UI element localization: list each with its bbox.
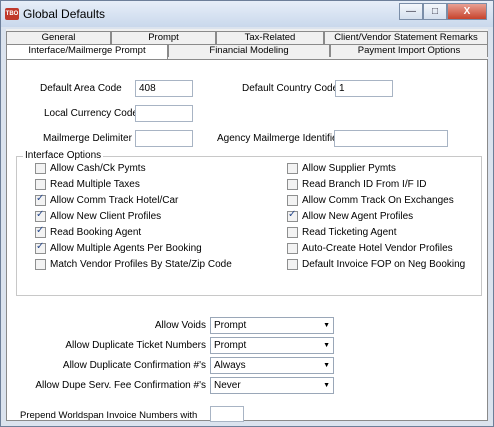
checkbox-label: Allow Cash/Ck Pymts [50,163,146,174]
checkbox-allow-multiple-agents-per-booking[interactable]: Allow Multiple Agents Per Booking [35,241,202,255]
close-button[interactable]: X [447,3,487,20]
mailmerge-delimiter-field[interactable] [135,130,193,147]
prepend-worldspan-field[interactable] [210,406,244,422]
checkbox-label: Allow Multiple Agents Per Booking [50,243,202,254]
checkbox-allow-new-client-profiles[interactable]: Allow New Client Profiles [35,209,162,223]
checkbox-box[interactable] [287,259,298,270]
interface-options-title: Interface Options [23,150,104,161]
checkbox-label: Allow New Agent Profiles [302,211,414,222]
title-bar[interactable]: TBO Global Defaults — □ X [1,1,493,27]
checkbox-box[interactable] [287,227,298,238]
checkbox-box[interactable] [35,259,46,270]
chevron-down-icon: ▼ [323,342,330,349]
default-area-code-label: Default Area Code [40,83,122,94]
allow-duplicate-confirmation-select[interactable]: Always ▼ [210,357,334,374]
checkbox-label: Default Invoice FOP on Neg Booking [302,259,466,270]
checkbox-read-branch-id[interactable]: Read Branch ID From I/F ID [287,178,426,191]
tab-row-2: Interface/Mailmerge Prompt Financial Mod… [6,44,488,59]
checkbox-allow-comm-track-on-exchanges[interactable]: Allow Comm Track On Exchanges [287,194,454,207]
local-currency-code-field[interactable] [135,105,193,122]
allow-duplicate-confirmation-label: Allow Duplicate Confirmation #'s [62,360,206,371]
allow-duplicate-ticket-numbers-label: Allow Duplicate Ticket Numbers [65,340,206,351]
window-controls: — □ X [399,3,487,21]
checkbox-box[interactable] [35,179,46,190]
checkbox-box[interactable] [35,241,46,254]
checkbox-box[interactable] [35,163,46,174]
checkbox-label: Read Ticketing Agent [302,227,397,238]
checkbox-box[interactable] [35,193,46,206]
checkbox-auto-create-hotel-vendor-profiles[interactable]: Auto-Create Hotel Vendor Profiles [287,242,453,255]
checkbox-box[interactable] [287,209,298,222]
checkbox-box[interactable] [287,163,298,174]
checkbox-allow-cash-ck-pymts[interactable]: Allow Cash/Ck Pymts [35,162,146,175]
window-title: Global Defaults [23,7,106,21]
tab-panel: Default Area Code 408 Default Country Co… [6,59,488,422]
checkbox-box[interactable] [287,195,298,206]
checkbox-box[interactable] [35,209,46,222]
select-value: Always [214,360,246,371]
prepend-worldspan-label: Prepend Worldspan Invoice Numbers with [20,410,198,421]
agency-mailmerge-identifier-label: Agency Mailmerge Identifier [217,133,341,144]
checkbox-box[interactable] [287,243,298,254]
chevron-down-icon: ▼ [323,362,330,369]
dialog-content: General Prompt Tax-Related Client/Vendor… [6,29,488,422]
checkbox-read-ticketing-agent[interactable]: Read Ticketing Agent [287,226,397,239]
default-country-code-label: Default Country Code [242,83,339,94]
checkbox-label: Allow Supplier Pymts [302,163,396,174]
select-value: Prompt [214,340,247,351]
checkbox-read-multiple-taxes[interactable]: Read Multiple Taxes [35,178,140,191]
global-defaults-window: TBO Global Defaults — □ X General Prompt… [0,0,494,427]
checkbox-box[interactable] [35,225,46,238]
checkbox-label: Allow Comm Track Hotel/Car [50,195,179,206]
tab-financial-modeling[interactable]: Financial Modeling [168,44,330,57]
maximize-button[interactable]: □ [423,3,447,20]
checkbox-label: Auto-Create Hotel Vendor Profiles [302,243,453,254]
mailmerge-delimiter-label: Mailmerge Delimiter [43,133,132,144]
tab-interface-mailmerge-prompt[interactable]: Interface/Mailmerge Prompt [6,44,168,59]
allow-voids-select[interactable]: Prompt ▼ [210,317,334,334]
checkbox-box[interactable] [287,179,298,190]
checkbox-default-invoice-fop[interactable]: Default Invoice FOP on Neg Booking [287,258,465,271]
checkbox-label: Read Multiple Taxes [50,179,140,190]
select-value: Prompt [214,320,247,331]
checkbox-label: Match Vendor Profiles By State/Zip Code [50,259,232,270]
allow-voids-label: Allow Voids [154,320,206,331]
minimize-button[interactable]: — [399,3,423,20]
default-area-code-field[interactable]: 408 [135,80,193,97]
checkbox-allow-supplier-pymts[interactable]: Allow Supplier Pymts [287,162,396,175]
tab-row-1: General Prompt Tax-Related Client/Vendor… [6,31,488,44]
agency-mailmerge-identifier-field[interactable] [334,130,448,147]
select-value: Never [214,380,241,391]
tab-prompt[interactable]: Prompt [111,31,216,44]
default-country-code-field[interactable]: 1 [335,80,393,97]
allow-duplicate-ticket-numbers-select[interactable]: Prompt ▼ [210,337,334,354]
checkbox-label: Allow Comm Track On Exchanges [302,195,454,206]
app-icon: TBO [5,8,19,20]
chevron-down-icon: ▼ [323,382,330,389]
checkbox-label: Read Branch ID From I/F ID [302,179,427,190]
checkbox-allow-comm-track-hotel-car[interactable]: Allow Comm Track Hotel/Car [35,193,179,207]
checkbox-allow-new-agent-profiles[interactable]: Allow New Agent Profiles [287,209,414,223]
local-currency-code-label: Local Currency Code [44,108,138,119]
tab-general[interactable]: General [6,31,111,44]
allow-dupe-serv-fee-confirmation-label: Allow Dupe Serv. Fee Confirmation #'s [35,380,206,391]
checkbox-read-booking-agent[interactable]: Read Booking Agent [35,225,142,239]
chevron-down-icon: ▼ [323,322,330,329]
checkbox-label: Allow New Client Profiles [50,211,162,222]
checkbox-label: Read Booking Agent [50,227,142,238]
tab-tax-related[interactable]: Tax-Related [216,31,324,44]
checkbox-match-vendor-profiles[interactable]: Match Vendor Profiles By State/Zip Code [35,258,232,271]
allow-dupe-serv-fee-confirmation-select[interactable]: Never ▼ [210,377,334,394]
tab-client-vendor-statement-remarks[interactable]: Client/Vendor Statement Remarks [324,31,488,44]
tab-payment-import-options[interactable]: Payment Import Options [330,44,488,57]
